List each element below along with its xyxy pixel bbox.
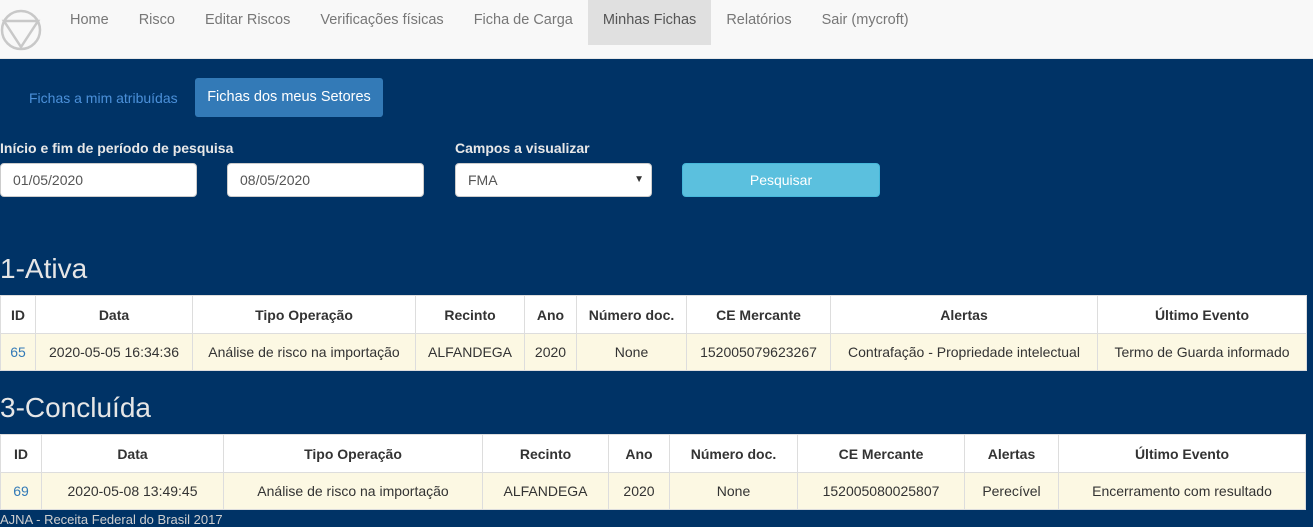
caret-down-icon: ▼ <box>634 174 644 185</box>
nav-home[interactable]: Home <box>55 0 124 45</box>
section-title-ativa: 1-Ativa <box>0 253 88 284</box>
table-header-row: ID Data Tipo Operação Recinto Ano Número… <box>0 295 1307 334</box>
col-header-ce-mercante[interactable]: CE Mercante <box>797 434 965 473</box>
cell-data: 2020-05-05 16:34:36 <box>35 333 193 371</box>
cell-ultimo-evento: Termo de Guarda informado <box>1097 333 1307 371</box>
nav-ficha-de-carga[interactable]: Ficha de Carga <box>459 0 588 45</box>
col-header-tipo-operacao[interactable]: Tipo Operação <box>223 434 483 473</box>
cell-recinto: ALFANDEGA <box>415 333 525 371</box>
nav-sair[interactable]: Sair (mycroft) <box>807 0 924 45</box>
concluida-table: ID Data Tipo Operação Recinto Ano Número… <box>0 434 1306 510</box>
table-row: 69 2020-05-08 13:49:45 Análise de risco … <box>0 472 1306 510</box>
cell-data: 2020-05-08 13:49:45 <box>41 472 224 510</box>
col-header-numero-doc[interactable]: Número doc. <box>576 295 687 334</box>
cell-ce-mercante: 152005080025807 <box>797 472 965 510</box>
nav-editar-riscos[interactable]: Editar Riscos <box>190 0 305 45</box>
section-title-concluida: 3-Concluída <box>0 392 151 423</box>
col-header-alertas[interactable]: Alertas <box>964 434 1059 473</box>
table-header-row: ID Data Tipo Operação Recinto Ano Número… <box>0 434 1306 473</box>
ficha-id-link[interactable]: 65 <box>10 344 26 360</box>
nav-risco[interactable]: Risco <box>124 0 190 45</box>
nav-relatorios[interactable]: Relatórios <box>711 0 806 45</box>
ajna-logo-icon[interactable] <box>0 9 42 51</box>
col-header-id[interactable]: ID <box>0 434 42 473</box>
col-header-recinto[interactable]: Recinto <box>415 295 525 334</box>
col-header-recinto[interactable]: Recinto <box>482 434 609 473</box>
ativa-table: ID Data Tipo Operação Recinto Ano Número… <box>0 295 1307 371</box>
cell-numero-doc: None <box>669 472 798 510</box>
col-header-alertas[interactable]: Alertas <box>830 295 1098 334</box>
tab-fichas-atribuidas[interactable]: Fichas a mim atribuídas <box>16 79 191 117</box>
cell-alertas: Contrafação - Propriedade intelectual <box>830 333 1098 371</box>
table-row: 65 2020-05-05 16:34:36 Análise de risco … <box>0 333 1307 371</box>
cell-numero-doc: None <box>576 333 687 371</box>
fields-label: Campos a visualizar <box>455 140 590 156</box>
cell-alertas: Perecível <box>964 472 1059 510</box>
col-header-numero-doc[interactable]: Número doc. <box>669 434 798 473</box>
footer-text: AJNA - Receita Federal do Brasil 2017 <box>0 512 223 527</box>
col-header-ano[interactable]: Ano <box>524 295 577 334</box>
col-header-ano[interactable]: Ano <box>608 434 670 473</box>
search-button[interactable]: Pesquisar <box>682 163 880 197</box>
end-date-input[interactable]: 08/05/2020 <box>227 163 424 197</box>
ficha-id-link[interactable]: 69 <box>13 483 29 499</box>
col-header-ce-mercante[interactable]: CE Mercante <box>686 295 831 334</box>
cell-ano: 2020 <box>524 333 577 371</box>
start-date-input[interactable]: 01/05/2020 <box>0 163 197 197</box>
col-header-tipo-operacao[interactable]: Tipo Operação <box>192 295 416 334</box>
nav-menu: Home Risco Editar Riscos Verificações fí… <box>55 0 924 45</box>
col-header-ultimo-evento[interactable]: Último Evento <box>1058 434 1306 473</box>
fields-select-value: FMA <box>468 172 498 188</box>
navbar: Home Risco Editar Riscos Verificações fí… <box>0 0 1313 59</box>
fields-select[interactable]: FMA ▼ <box>455 163 652 197</box>
col-header-id[interactable]: ID <box>0 295 36 334</box>
col-header-data[interactable]: Data <box>41 434 224 473</box>
col-header-data[interactable]: Data <box>35 295 193 334</box>
nav-verificacoes-fisicas[interactable]: Verificações físicas <box>305 0 458 45</box>
cell-ano: 2020 <box>608 472 670 510</box>
col-header-ultimo-evento[interactable]: Último Evento <box>1097 295 1307 334</box>
cell-ce-mercante: 152005079623267 <box>686 333 831 371</box>
nav-minhas-fichas[interactable]: Minhas Fichas <box>587 0 712 45</box>
period-label: Início e fim de período de pesquisa <box>0 140 234 156</box>
cell-tipo-operacao: Análise de risco na importação <box>192 333 416 371</box>
cell-ultimo-evento: Encerramento com resultado <box>1058 472 1306 510</box>
cell-recinto: ALFANDEGA <box>482 472 609 510</box>
cell-tipo-operacao: Análise de risco na importação <box>223 472 483 510</box>
tab-fichas-setores[interactable]: Fichas dos meus Setores <box>195 78 383 117</box>
